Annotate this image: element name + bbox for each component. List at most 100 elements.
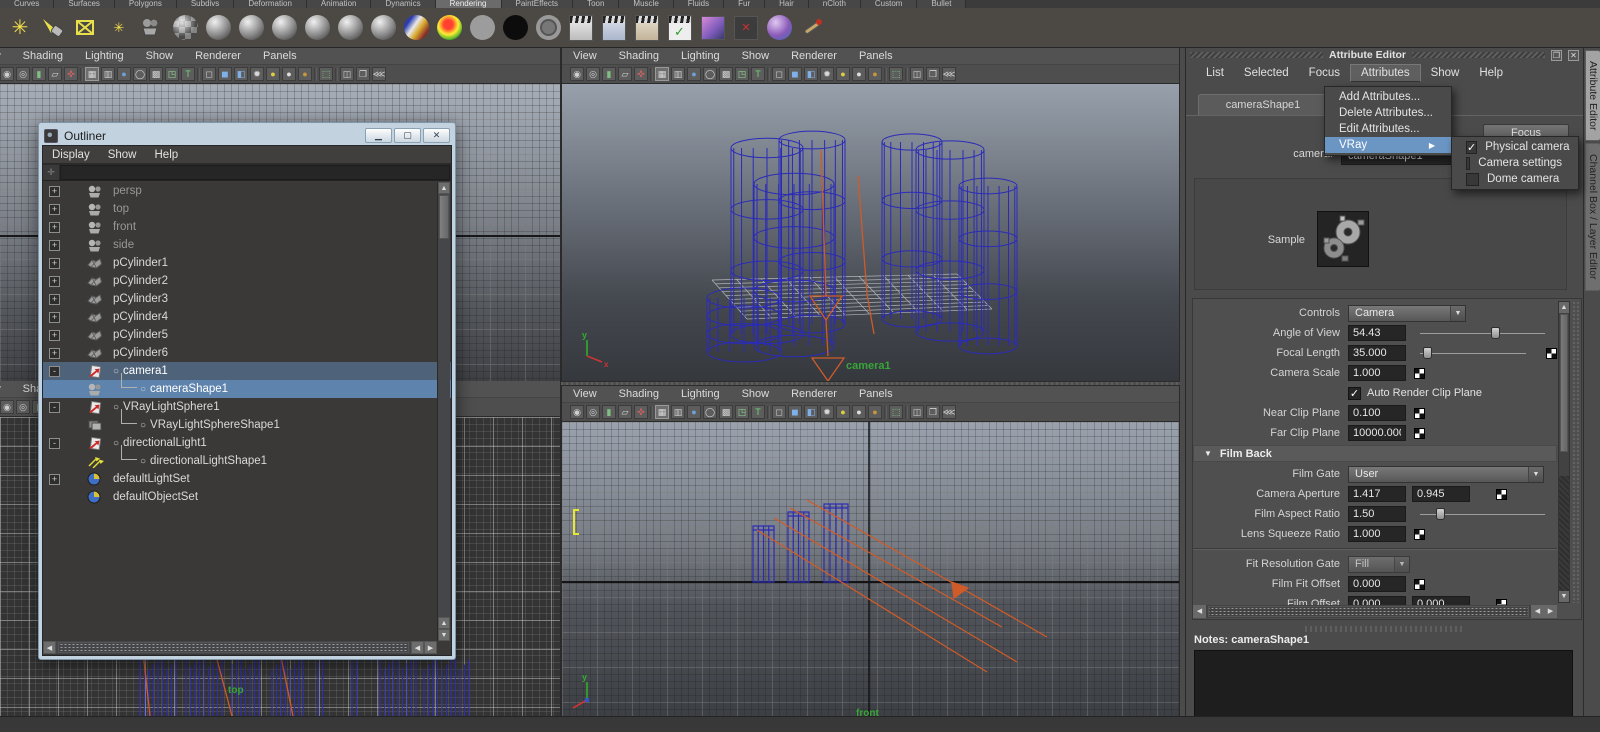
film-gate-dropdown[interactable]: User ▼ <box>1348 465 1544 483</box>
expand-toggle-icon[interactable]: + <box>49 311 60 323</box>
exposure-icon[interactable]: ❐ <box>356 67 370 81</box>
viewport-menu-panels[interactable]: Panels <box>848 388 904 400</box>
shelf-tab-muscle[interactable]: Muscle <box>619 0 674 8</box>
viewport-menu-lighting[interactable]: Lighting <box>670 388 731 400</box>
grid-icon[interactable]: ▦ <box>655 67 669 81</box>
use-all-lights-icon[interactable]: ✹ <box>250 67 264 81</box>
outliner-window[interactable]: Outliner ▁ ▢ ✕ Display Show Help ✛ + persp… <box>38 122 456 660</box>
menu-item-delete-attributes[interactable]: Delete Attributes... <box>1325 105 1451 121</box>
point-light-icon[interactable]: ✳ <box>6 14 34 42</box>
screen-space-ao-icon[interactable]: ● <box>852 405 866 419</box>
attribute-editor-titlebar[interactable]: Attribute Editor ❐ ✕ <box>1186 48 1583 62</box>
plugin-shapes-icon[interactable]: ⋘ <box>942 405 956 419</box>
camera-icon[interactable] <box>138 14 166 42</box>
shadows-icon[interactable]: ● <box>266 67 280 81</box>
resolution-gate-icon[interactable]: ● <box>117 67 131 81</box>
ae-menu-selected[interactable]: Selected <box>1234 65 1299 81</box>
ae-menu-help[interactable]: Help <box>1469 65 1513 81</box>
outliner-item-pcylinder3[interactable]: + pCylinder3 <box>43 290 451 308</box>
scroll-right-icon[interactable]: ▶ <box>1544 605 1557 618</box>
gate-mask-icon[interactable]: ◯ <box>703 67 717 81</box>
pan-zoom-icon[interactable]: ✜ <box>634 405 648 419</box>
camera-aperture-map-button[interactable] <box>1496 488 1507 500</box>
bookmarks-icon[interactable]: ▮ <box>602 405 616 419</box>
paint-brush-icon[interactable] <box>798 14 826 42</box>
exposure-icon[interactable]: ❐ <box>926 67 940 81</box>
pan-zoom-icon[interactable]: ✜ <box>634 67 648 81</box>
expand-toggle-icon[interactable]: + <box>49 185 60 197</box>
expand-toggle-icon[interactable]: + <box>49 473 60 485</box>
isolate-select-icon[interactable]: ⬚ <box>889 405 903 419</box>
camera-select-icon[interactable]: ◉ <box>570 405 584 419</box>
outliner-horizontal-scrollbar[interactable]: ◀ ◀ ▶ <box>43 641 437 654</box>
film-fit-offset-map-button[interactable] <box>1414 578 1425 590</box>
area-light-icon[interactable] <box>72 14 100 42</box>
camera-scale-map-button[interactable] <box>1414 367 1425 379</box>
outliner-item-camerashape1[interactable]: ○ cameraShape1 <box>43 373 451 398</box>
viewport-menu-panels[interactable]: Panels <box>252 50 308 62</box>
viewport-canvas-front[interactable]: y front <box>562 422 1179 716</box>
plugin-shapes-icon[interactable]: ⋘ <box>372 67 386 81</box>
camera-settings-checkbox[interactable] <box>1466 156 1471 170</box>
anisotropic-sphere-icon[interactable] <box>204 14 232 42</box>
viewport-menu-renderer[interactable]: Renderer <box>780 50 848 62</box>
viewport-menu-lighting[interactable]: Lighting <box>74 50 135 62</box>
shelf-tab-polygons[interactable]: Polygons <box>114 0 177 8</box>
camera-attributes-icon[interactable]: ◎ <box>16 67 30 81</box>
viewport-menu-view[interactable]: View <box>562 388 608 400</box>
menu-item-physical-camera[interactable]: ✓ Physical camera <box>1452 139 1578 155</box>
expand-toggle-icon[interactable]: - <box>49 437 60 449</box>
resolution-gate-icon[interactable]: ● <box>687 67 701 81</box>
outliner-item-front[interactable]: + front <box>43 218 451 236</box>
phong-e-sphere-icon[interactable] <box>336 14 364 42</box>
outliner-item-pcylinder2[interactable]: + pCylinder2 <box>43 272 451 290</box>
scroll-left-icon[interactable]: ◀ <box>1531 605 1544 618</box>
safe-action-icon[interactable]: ◳ <box>735 67 749 81</box>
dock-handle[interactable] <box>1190 52 1323 58</box>
outliner-item-pcylinder1[interactable]: + pCylinder1 <box>43 254 451 272</box>
scroll-down-icon[interactable]: ▼ <box>438 629 450 641</box>
outliner-search-input[interactable] <box>60 164 450 180</box>
render-frame-icon[interactable] <box>600 14 628 42</box>
scroll-left-icon[interactable]: ◀ <box>411 641 424 654</box>
expand-toggle-icon[interactable]: + <box>49 347 60 359</box>
scroll-down-icon[interactable]: ▼ <box>1559 591 1569 602</box>
viewport-menu-renderer[interactable]: Renderer <box>184 50 252 62</box>
smooth-shade-icon[interactable]: ◼ <box>788 405 802 419</box>
expand-toggle-icon[interactable]: + <box>49 257 60 269</box>
camera-select-icon[interactable]: ◉ <box>570 67 584 81</box>
dome-camera-checkbox[interactable] <box>1466 172 1479 186</box>
shelf-tab-rendering[interactable]: Rendering <box>435 0 502 8</box>
section-film-back[interactable]: ▼ Film Back <box>1193 445 1557 462</box>
lens-squeeze-ratio-map-button[interactable] <box>1414 528 1425 540</box>
material-sample-swatch[interactable] <box>1317 211 1369 267</box>
use-all-lights-icon[interactable]: ✹ <box>820 67 834 81</box>
safe-title-icon[interactable]: T <box>751 67 765 81</box>
shelf-tab-surfaces[interactable]: Surfaces <box>54 0 115 8</box>
bookmarks-icon[interactable]: ▮ <box>602 67 616 81</box>
camera-scale-field[interactable] <box>1348 365 1406 381</box>
expand-toggle-icon[interactable]: + <box>49 221 60 233</box>
outliner-item-pcylinder6[interactable]: + pCylinder6 <box>43 344 451 362</box>
shelf-tab-dynamics[interactable]: Dynamics <box>371 0 436 8</box>
side-tab-channel-box-layer-editor[interactable]: Channel Box / Layer Editor <box>1585 143 1600 291</box>
smooth-shade-icon[interactable]: ◼ <box>218 67 232 81</box>
controls-dropdown[interactable]: Camera ▼ <box>1348 304 1466 322</box>
scroll-up-icon[interactable]: ▲ <box>438 182 450 194</box>
wireframe-icon[interactable]: ◻ <box>202 67 216 81</box>
scroll-up-icon[interactable]: ▲ <box>1559 302 1569 313</box>
panel-drag-dots[interactable] <box>1572 301 1581 603</box>
use-background-icon[interactable] <box>501 14 529 42</box>
exposure-icon[interactable]: ❐ <box>926 405 940 419</box>
outliner-item-side[interactable]: + side <box>43 236 451 254</box>
viewport-menu-view[interactable]: View <box>0 383 12 395</box>
menu-item-edit-attributes[interactable]: Edit Attributes... <box>1325 121 1451 137</box>
safe-action-icon[interactable]: ◳ <box>735 405 749 419</box>
tab-camerashape1[interactable]: cameraShape1 <box>1198 94 1328 115</box>
focal-length-slider[interactable] <box>1420 347 1526 359</box>
scrollbar-thumb[interactable] <box>1560 314 1568 452</box>
expand-toggle-icon[interactable]: + <box>49 275 60 287</box>
shelf-tab-curves[interactable]: Curves <box>0 0 55 8</box>
textured-icon[interactable]: ◧ <box>804 67 818 81</box>
shelf-tab-fluids[interactable]: Fluids <box>673 0 725 8</box>
